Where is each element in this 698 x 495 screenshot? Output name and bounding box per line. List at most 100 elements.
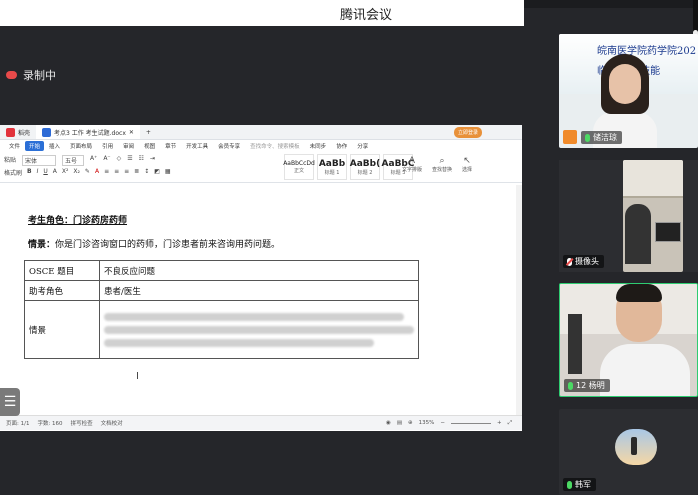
spell-check-toggle[interactable]: 拼写检查 <box>71 419 93 427</box>
menu-view[interactable]: 视图 <box>139 142 160 150</box>
title-bar: 腾讯会议 <box>0 0 524 26</box>
host-icon <box>563 130 577 144</box>
doc-check-button[interactable]: 文档校对 <box>101 419 123 427</box>
participant-tile-4[interactable]: 韩军 <box>559 409 698 495</box>
cursor-icon: ↖ <box>463 156 471 166</box>
participant-name: 12 杨明 <box>564 379 610 392</box>
font-color-icon[interactable]: A <box>95 168 99 177</box>
menu-chapter[interactable]: 章节 <box>160 142 181 150</box>
table-row: 情景 <box>24 300 419 359</box>
zoom-level[interactable]: 135% <box>419 420 435 426</box>
line-spacing-icon[interactable]: ↕ <box>144 168 149 177</box>
align-right-icon[interactable]: ≡ <box>124 168 129 177</box>
italic-icon[interactable]: I <box>37 168 39 177</box>
mic-muted-icon <box>567 257 572 266</box>
font-name-select[interactable]: 宋体 <box>22 155 57 166</box>
zoom-slider[interactable] <box>450 422 491 424</box>
highlight-icon[interactable]: ✎ <box>85 168 90 177</box>
text-layout-button[interactable]: A 文字排版 <box>402 156 422 173</box>
wps-menu-bar: 文件 开始 插入 页面布局 引用 审阅 视图 章节 开发工具 会员专享 查找命令… <box>0 140 522 152</box>
recording-indicator[interactable]: 录制中 <box>6 67 56 83</box>
participant-tile-2-label: 摄像头 <box>559 160 698 272</box>
web-view-icon[interactable]: ⊕ <box>408 420 413 426</box>
status-bar: 页面: 1/1 字数: 160 拼写检查 文档校对 ◉ ▤ ⊕ 135% − +… <box>0 415 522 430</box>
text-cursor-icon: I <box>136 371 139 382</box>
wps-tab-bar: 稻壳 考点3 工作 考生试题.docx ✕ + 立即登录 <box>0 125 522 140</box>
fit-icon[interactable]: ⤢ <box>508 420 512 427</box>
participant-name: 韩军 <box>563 478 596 491</box>
justify-icon[interactable]: ≣ <box>134 168 139 177</box>
participant-name: 摄像头 <box>563 255 604 268</box>
format-brush-button[interactable]: 格式刷 <box>4 168 22 177</box>
underline-icon[interactable]: U <box>43 168 47 177</box>
search-icon: ⌕ <box>439 156 445 166</box>
document-page[interactable]: 考生角色：门诊药房药师 情景：你是门诊咨询窗口的药师，门诊患者前来咨询用药问题。… <box>0 185 522 415</box>
zoom-out-icon[interactable]: − <box>440 420 445 426</box>
shrink-font-icon[interactable]: A⁻ <box>103 155 110 166</box>
menu-layout[interactable]: 页面布局 <box>65 142 97 150</box>
menu-references[interactable]: 引用 <box>97 142 118 150</box>
vertical-scrollbar[interactable] <box>516 185 522 415</box>
new-tab-button[interactable]: + <box>140 125 157 139</box>
style-heading-2[interactable]: AaBb(标题 2 <box>350 154 380 180</box>
zoom-in-icon[interactable]: + <box>497 420 502 426</box>
mic-icon <box>585 133 590 142</box>
indent-icon[interactable]: ⇥ <box>150 155 155 166</box>
side-panel-toggle[interactable]: ☰ <box>0 388 20 416</box>
collab-button[interactable]: 协作 <box>331 142 352 150</box>
app-title: 腾讯会议 <box>340 8 393 23</box>
eye-icon[interactable]: ◉ <box>386 420 391 426</box>
page-view-icon[interactable]: ▤ <box>397 420 402 426</box>
find-replace-button[interactable]: ⌕ 查找替换 <box>432 156 452 173</box>
table-row: 助考角色 患者/医生 <box>24 280 419 301</box>
paste-button[interactable]: 粘贴 <box>4 155 16 166</box>
top-right-strip <box>524 0 698 8</box>
participant-tile-1[interactable]: 皖南医学院药学院202 临 业毕业技能 储洁琼 <box>559 34 698 148</box>
list-number-icon[interactable]: ☷ <box>139 155 144 166</box>
menu-member[interactable]: 会员专享 <box>213 142 245 150</box>
login-button[interactable]: 立即登录 <box>453 127 482 138</box>
list-bullets-icon[interactable]: ☰ <box>127 155 132 166</box>
cloud-record-icon <box>6 71 17 79</box>
blurred-scenario-text <box>99 300 419 359</box>
tab-docer[interactable]: 稻壳 <box>0 125 36 139</box>
close-icon[interactable]: ✕ <box>129 129 134 136</box>
mic-icon <box>568 381 573 390</box>
shading-icon[interactable]: ◩ <box>154 168 160 177</box>
recording-label: 录制中 <box>23 69 56 82</box>
style-heading-1[interactable]: AaBb 标题 1 <box>317 154 347 180</box>
text-layout-icon: A <box>408 156 416 166</box>
ribbon: 粘贴 宋体 五号 A⁺ A⁻ ◇ ☰ ☷ ⇥ 格式刷 B I U A X² X₂… <box>0 152 522 183</box>
menu-review[interactable]: 审阅 <box>118 142 139 150</box>
scene-label: 情景： <box>28 240 56 250</box>
subscript-icon[interactable]: X₂ <box>73 168 80 177</box>
menu-home[interactable]: 开始 <box>25 141 45 151</box>
bold-icon[interactable]: B <box>27 168 32 177</box>
align-center-icon[interactable]: ≡ <box>114 168 119 177</box>
word-doc-icon <box>42 127 52 137</box>
grow-font-icon[interactable]: A⁺ <box>90 155 97 166</box>
share-button[interactable]: 分享 <box>352 142 373 150</box>
sync-status[interactable]: 未同步 <box>305 142 332 150</box>
superscript-icon[interactable]: X² <box>62 168 69 177</box>
scene-paragraph: 情景：你是门诊咨询窗口的药师，门诊患者前来咨询用药问题。 <box>28 237 280 250</box>
search-input[interactable]: 查找命令、搜索模板 <box>245 142 305 150</box>
align-left-icon[interactable]: ≡ <box>104 168 109 177</box>
scene-text: 你是门诊咨询窗口的药师，门诊患者前来咨询用药问题。 <box>55 240 281 250</box>
clear-format-icon[interactable]: ◇ <box>117 155 122 166</box>
menu-developer[interactable]: 开发工具 <box>181 142 213 150</box>
menu-insert[interactable]: 插入 <box>44 142 65 150</box>
shared-screen: 稻壳 考点3 工作 考生试题.docx ✕ + 立即登录 文件 开始 插入 页面… <box>0 125 522 431</box>
word-count[interactable]: 字数: 160 <box>37 419 62 427</box>
border-icon[interactable]: ▦ <box>165 168 171 177</box>
select-button[interactable]: ↖ 选择 <box>462 156 472 173</box>
strike-icon[interactable]: A <box>53 168 57 177</box>
font-size-select[interactable]: 五号 <box>62 155 85 166</box>
style-gallery: AaBbCcDd 正文 AaBb 标题 1 AaBb(标题 2 AaBbC 标题 3 <box>283 154 414 180</box>
tab-document[interactable]: 考点3 工作 考生试题.docx ✕ <box>36 125 140 139</box>
participant-tile-3[interactable]: 12 杨明 <box>559 283 698 397</box>
style-normal[interactable]: AaBbCcDd 正文 <box>283 154 315 180</box>
menu-file[interactable]: 文件 <box>4 142 25 150</box>
participant-name: 储洁琼 <box>581 131 622 144</box>
mic-icon <box>567 480 572 489</box>
